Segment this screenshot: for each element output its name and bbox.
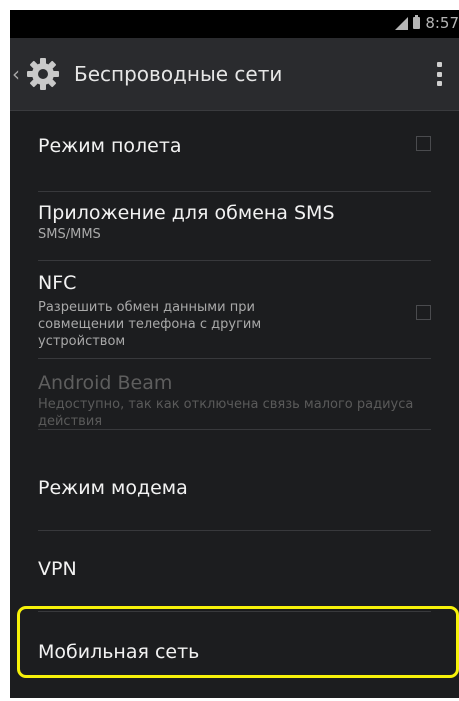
list-item-vpn[interactable]: VPN [10, 531, 459, 611]
status-icons: 8:57 [395, 15, 459, 31]
item-summary: Разрешить обмен данными при совмещении т… [38, 300, 262, 349]
item-title: Android Beam [38, 372, 173, 394]
item-title: Режим модема [38, 477, 188, 499]
settings-gear-icon[interactable] [24, 55, 62, 93]
item-summary: Недоступно, так как отключена связь мало… [38, 397, 414, 429]
list-item-airplane-mode[interactable]: Режим полета [10, 111, 459, 191]
settings-screen: 8:57 ‹ Беспроводные сети Режим полета Пр… [10, 10, 459, 698]
nfc-checkbox[interactable] [416, 305, 431, 320]
overflow-menu-icon[interactable] [427, 58, 451, 90]
signal-icon [395, 16, 409, 30]
item-title: Режим полета [38, 135, 182, 157]
list-item-mobile-network[interactable]: Мобильная сеть [10, 612, 459, 692]
item-summary: SMS/MMS [38, 227, 101, 242]
menu-dot [436, 81, 442, 86]
item-title: Мобильная сеть [38, 641, 200, 663]
list-item-nfc[interactable]: NFC Разрешить обмен данными при совмещен… [10, 261, 459, 358]
status-bar: 8:57 [10, 10, 459, 38]
item-title: Приложение для обмена SMS [38, 202, 335, 224]
menu-dot [436, 71, 442, 77]
airplane-mode-checkbox[interactable] [416, 136, 431, 151]
list-item-sms-app[interactable]: Приложение для обмена SMS SMS/MMS [10, 192, 459, 260]
item-title: VPN [38, 558, 77, 580]
list-item-tethering[interactable]: Режим модема [10, 430, 459, 530]
action-bar: ‹ Беспроводные сети [10, 38, 459, 111]
page-title: Беспроводные сети [74, 62, 283, 86]
list-item-android-beam: Android Beam Недоступно, так как отключе… [10, 359, 459, 429]
status-time: 8:57 [425, 14, 459, 32]
item-title: NFC [38, 272, 77, 294]
chevron-left-icon[interactable]: ‹ [12, 60, 24, 88]
battery-icon [413, 15, 421, 29]
menu-dot [436, 62, 442, 67]
